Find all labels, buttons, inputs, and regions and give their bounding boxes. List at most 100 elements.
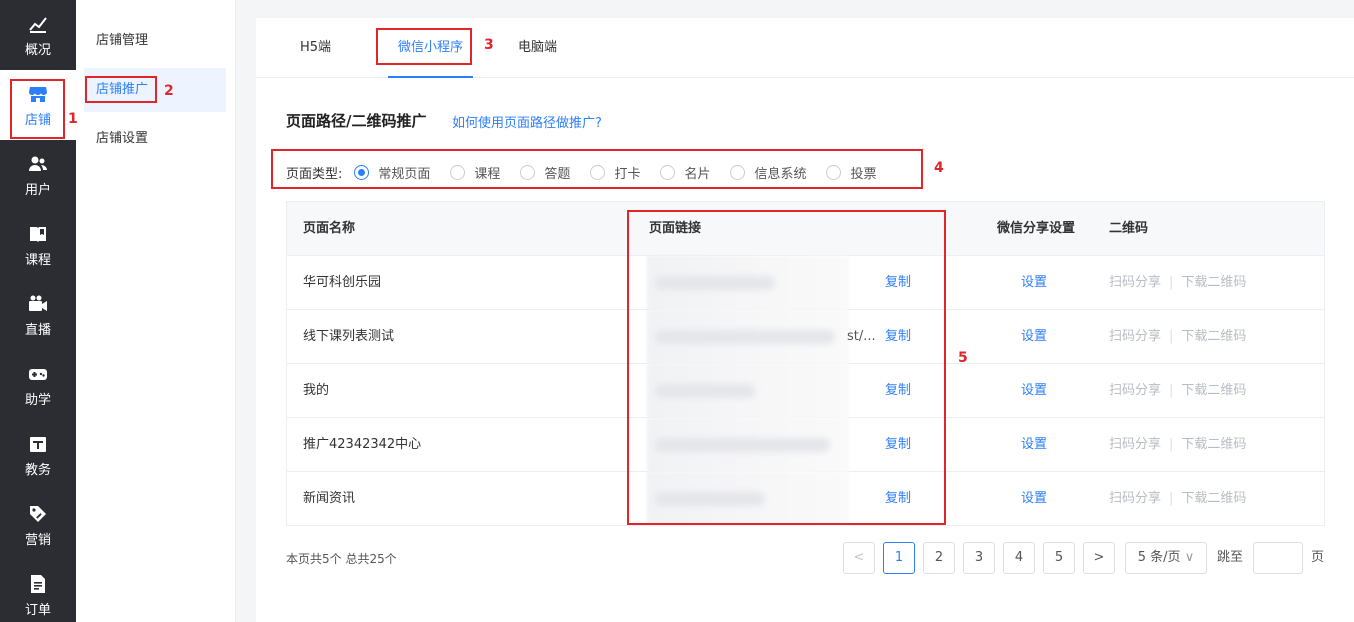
scan-share-button[interactable]: 扫码分享 bbox=[1109, 383, 1161, 398]
rail-label: 课程 bbox=[24, 253, 51, 268]
qrcode-actions: 扫码分享 | 下载二维码 bbox=[1109, 275, 1247, 290]
calendar-icon bbox=[30, 437, 46, 452]
scan-share-button[interactable]: 扫码分享 bbox=[1109, 275, 1161, 290]
jump-page-input[interactable] bbox=[1253, 542, 1303, 574]
rail-item-live[interactable]: 直播 bbox=[0, 280, 76, 350]
radio-circle bbox=[354, 164, 370, 180]
rail-item-academic[interactable]: 教务 bbox=[0, 420, 76, 490]
link-blurred bbox=[647, 256, 849, 310]
radio-course[interactable]: 课程 bbox=[450, 163, 500, 182]
radio-info-system[interactable]: 信息系统 bbox=[730, 163, 806, 182]
next-page-button[interactable]: > bbox=[1083, 542, 1115, 574]
submenu: 店铺管理 店铺推广 店铺设置 bbox=[76, 0, 236, 622]
qrcode-actions: 扫码分享 | 下载二维码 bbox=[1109, 383, 1247, 398]
users-icon bbox=[29, 156, 47, 171]
copy-link-button[interactable]: 复制 bbox=[885, 256, 911, 310]
header-qrcode: 二维码 bbox=[1109, 221, 1149, 236]
annotation-number-4: 4 bbox=[934, 160, 944, 176]
copy-link-button[interactable]: 复制 bbox=[885, 418, 911, 472]
radio-regular-page[interactable]: 常规页面 bbox=[354, 163, 430, 182]
rail-item-store[interactable]: 店铺 bbox=[0, 70, 76, 140]
radio-label: 投票 bbox=[850, 166, 877, 182]
share-settings-button[interactable]: 设置 bbox=[1021, 310, 1047, 364]
radio-quiz[interactable]: 答题 bbox=[520, 163, 570, 182]
page-type-filter: 页面类型: 常规页面 课程 答题 打卡 名片 信息系统 投票 bbox=[286, 162, 897, 182]
copy-link-button[interactable]: 复制 bbox=[885, 310, 911, 364]
rail-item-orders[interactable]: 订单 bbox=[0, 560, 76, 622]
page-button-3[interactable]: 3 bbox=[963, 542, 995, 574]
rail-item-assist[interactable]: 助学 bbox=[0, 350, 76, 420]
header-page-link: 页面链接 bbox=[649, 221, 702, 236]
page-button-5[interactable]: 5 bbox=[1043, 542, 1075, 574]
rail-label: 营销 bbox=[24, 533, 51, 548]
radio-label: 常规页面 bbox=[378, 166, 431, 182]
annotation-number-1: 1 bbox=[68, 111, 78, 127]
pagination: < 1 2 3 4 5 > 5 条/页 ∨ 跳至 页 bbox=[843, 542, 1325, 574]
qrcode-actions: 扫码分享 | 下载二维码 bbox=[1109, 437, 1247, 452]
rail-item-users[interactable]: 用户 bbox=[0, 140, 76, 210]
share-settings-button[interactable]: 设置 bbox=[1021, 418, 1047, 472]
page-name: 推广42342342中心 bbox=[303, 437, 422, 452]
tab-wechat-miniprogram[interactable]: 微信小程序 bbox=[388, 18, 474, 78]
share-settings-button[interactable]: 设置 bbox=[1021, 256, 1047, 310]
download-qrcode-button[interactable]: 下载二维码 bbox=[1181, 437, 1246, 452]
copy-link-button[interactable]: 复制 bbox=[885, 364, 911, 418]
filter-label: 页面类型: bbox=[286, 166, 343, 182]
link-blurred bbox=[647, 418, 849, 472]
link-blurred bbox=[647, 364, 849, 418]
page-button-2[interactable]: 2 bbox=[923, 542, 955, 574]
page-button-4[interactable]: 4 bbox=[1003, 542, 1035, 574]
table-row: 我的 复制 设置 扫码分享 | 下载二维码 bbox=[287, 364, 1324, 418]
radio-circle bbox=[660, 164, 676, 180]
submenu-item-store-management[interactable]: 店铺管理 bbox=[84, 19, 226, 63]
radio-label: 打卡 bbox=[614, 166, 641, 182]
submenu-item-store-promotion[interactable]: 店铺推广 bbox=[84, 68, 226, 112]
radio-label: 答题 bbox=[544, 166, 571, 182]
submenu-item-store-settings[interactable]: 店铺设置 bbox=[84, 117, 226, 161]
download-qrcode-button[interactable]: 下载二维码 bbox=[1181, 329, 1246, 344]
rail-item-marketing[interactable]: 营销 bbox=[0, 490, 76, 560]
header-page-name: 页面名称 bbox=[303, 221, 356, 236]
radio-label: 名片 bbox=[684, 166, 711, 182]
chevron-down-icon: ∨ bbox=[1180, 550, 1195, 565]
table-row: 推广42342342中心 复制 设置 扫码分享 | 下载二维码 bbox=[287, 418, 1324, 472]
chart-icon bbox=[29, 17, 47, 33]
scan-share-button[interactable]: 扫码分享 bbox=[1109, 491, 1161, 506]
download-qrcode-button[interactable]: 下载二维码 bbox=[1181, 383, 1246, 398]
page-title: 页面路径/二维码推广 bbox=[286, 112, 427, 130]
prev-page-button[interactable]: < bbox=[843, 542, 875, 574]
pagination-summary: 本页共5个 总共25个 bbox=[286, 552, 397, 566]
radio-circle bbox=[450, 164, 466, 180]
tab-h5[interactable]: H5端 bbox=[290, 18, 341, 78]
page-button-1[interactable]: 1 bbox=[883, 542, 915, 574]
rail-item-courses[interactable]: 课程 bbox=[0, 210, 76, 280]
rail-label: 直播 bbox=[24, 323, 51, 338]
rail-label: 订单 bbox=[24, 603, 51, 618]
page-name: 线下课列表测试 bbox=[303, 329, 395, 344]
radio-circle bbox=[826, 164, 842, 180]
app-root: 概况 店铺 用户 课程 直播 助学 教务 营销 订单 店铺管理 店铺推广 店铺设… bbox=[0, 0, 1354, 622]
scan-share-button[interactable]: 扫码分享 bbox=[1109, 329, 1161, 344]
scan-share-button[interactable]: 扫码分享 bbox=[1109, 437, 1161, 452]
tag-icon bbox=[30, 506, 46, 522]
tab-pc[interactable]: 电脑端 bbox=[508, 18, 567, 78]
copy-link-button[interactable]: 复制 bbox=[885, 472, 911, 526]
qrcode-actions: 扫码分享 | 下载二维码 bbox=[1109, 329, 1247, 344]
gamepad-icon bbox=[29, 369, 47, 380]
link-tail: st/... bbox=[847, 329, 876, 344]
table-row: 新闻资讯 复制 设置 扫码分享 | 下载二维码 bbox=[287, 472, 1324, 526]
radio-vote[interactable]: 投票 bbox=[826, 163, 877, 182]
download-qrcode-button[interactable]: 下载二维码 bbox=[1181, 275, 1246, 290]
radio-card[interactable]: 名片 bbox=[660, 163, 710, 182]
help-link[interactable]: 如何使用页面路径做推广? bbox=[452, 112, 602, 131]
share-settings-button[interactable]: 设置 bbox=[1021, 364, 1047, 418]
rail-item-overview[interactable]: 概况 bbox=[0, 0, 76, 70]
page-size-select[interactable]: 5 条/页 ∨ bbox=[1125, 542, 1207, 574]
video-camera-icon bbox=[29, 295, 47, 311]
share-settings-button[interactable]: 设置 bbox=[1021, 472, 1047, 526]
radio-checkin[interactable]: 打卡 bbox=[590, 163, 640, 182]
header-share-settings: 微信分享设置 bbox=[997, 221, 1076, 236]
download-qrcode-button[interactable]: 下载二维码 bbox=[1181, 491, 1246, 506]
jump-label: 跳至 bbox=[1217, 550, 1244, 565]
table-row: 线下课列表测试 st/... 复制 设置 扫码分享 | 下载二维码 bbox=[287, 310, 1324, 364]
